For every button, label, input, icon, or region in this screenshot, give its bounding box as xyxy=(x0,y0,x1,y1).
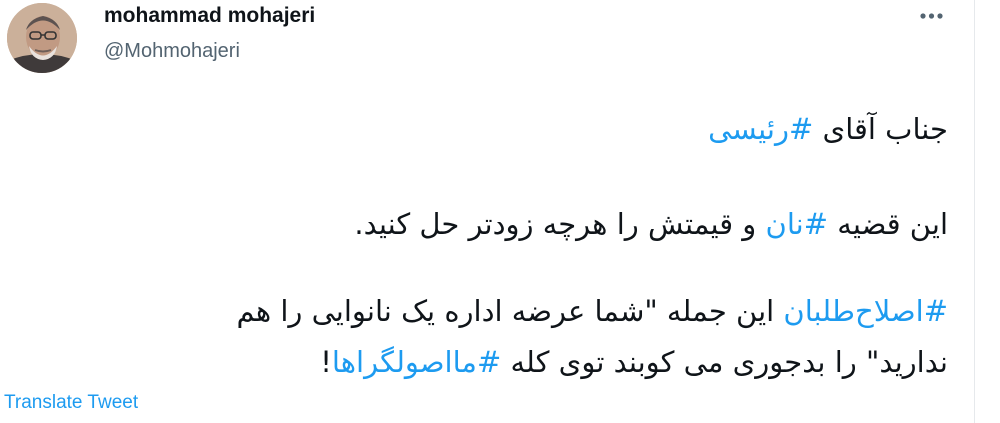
hashtag-link[interactable]: #اصلاح‌طلبان xyxy=(783,294,948,328)
tweet-text-line: جناب آقای #رئیسی xyxy=(8,103,948,155)
more-horizontal-icon xyxy=(920,13,943,19)
tweet-card: mohammad mohajeri @Mohmohajeri جناب آقای… xyxy=(0,0,1000,423)
avatar-image xyxy=(7,3,77,73)
avatar[interactable] xyxy=(7,3,77,73)
tweet-text: جناب آقای xyxy=(813,112,948,146)
divider xyxy=(974,0,975,423)
translate-tweet-link[interactable]: Translate Tweet xyxy=(4,389,138,417)
tweet-text: ! xyxy=(320,345,332,379)
tweet-text-line: #اصلاح‌طلبان این جمله "شما عرضه اداره یک… xyxy=(8,285,948,337)
tweet-text: ندارید" را بدجوری می کوبند توی کله xyxy=(501,345,948,379)
hashtag-link[interactable]: #رئیسی xyxy=(708,112,813,146)
more-options-button[interactable] xyxy=(906,0,956,34)
tweet-text: و قیمتش را هرچه زودتر حل کنید. xyxy=(354,207,766,241)
hashtag-link[interactable]: #نان xyxy=(766,207,829,241)
author-display-name[interactable]: mohammad mohajeri xyxy=(104,2,315,30)
tweet-text: این قضیه xyxy=(828,207,948,241)
author-handle[interactable]: @Mohmohajeri xyxy=(104,37,240,65)
tweet-text-line: ندارید" را بدجوری می کوبند توی کله #مااص… xyxy=(8,336,948,388)
hashtag-link[interactable]: #مااصولگراها xyxy=(332,345,501,379)
tweet-text: این جمله "شما عرضه اداره یک نانوایی را ه… xyxy=(236,294,784,328)
tweet-text-line: این قضیه #نان و قیمتش را هرچه زودتر حل ک… xyxy=(8,198,948,250)
